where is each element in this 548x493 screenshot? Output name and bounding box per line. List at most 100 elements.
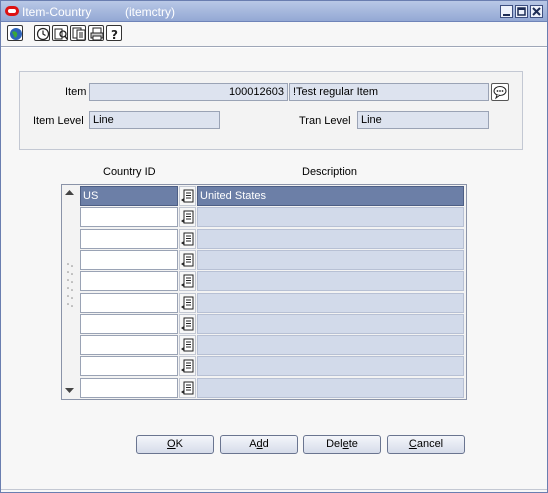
country-description-cell	[197, 250, 464, 270]
table-row[interactable]	[80, 271, 464, 292]
country-lookup-button[interactable]	[179, 293, 196, 313]
country-lookup-button[interactable]	[179, 207, 196, 227]
country-description-cell	[197, 378, 464, 398]
country-lookup-button[interactable]	[179, 378, 196, 398]
item-level-label: Item Level	[33, 115, 84, 127]
item-level-field[interactable]: Line	[89, 111, 220, 129]
table-row[interactable]	[80, 293, 464, 314]
history-button[interactable]	[34, 25, 50, 41]
close-icon	[532, 7, 541, 16]
country-lookup-button[interactable]	[179, 335, 196, 355]
history-icon	[36, 27, 50, 41]
add-label-pre: A	[249, 438, 257, 450]
country-description-cell	[197, 207, 464, 227]
country-description-cell: United States	[197, 186, 464, 206]
print-button[interactable]	[88, 25, 104, 41]
country-id-cell[interactable]	[80, 314, 178, 334]
minimize-icon	[503, 14, 510, 16]
lookup-list-icon	[181, 359, 194, 373]
add-label-rest: d	[262, 438, 269, 450]
country-description-cell	[197, 356, 464, 376]
table-row[interactable]: US United States	[80, 186, 464, 207]
globe-icon	[10, 28, 22, 40]
table-row[interactable]	[80, 229, 464, 250]
scroll-grip-icon[interactable]	[66, 261, 74, 311]
title-bar: Item-Country (itemctry)	[1, 1, 547, 22]
find-button[interactable]	[52, 25, 68, 41]
item-country-window: Item-Country (itemctry) ? Item 100012603…	[0, 0, 548, 493]
table-row[interactable]	[80, 250, 464, 271]
country-id-cell[interactable]	[80, 271, 178, 291]
lookup-list-icon	[181, 317, 194, 331]
lookup-list-icon	[181, 296, 194, 310]
country-description-cell	[197, 293, 464, 313]
table-row[interactable]	[80, 335, 464, 356]
item-label: Item	[65, 86, 87, 98]
item-description-field[interactable]: !Test regular Item	[289, 83, 489, 101]
speech-bubble-icon	[493, 86, 507, 100]
country-id-cell[interactable]	[80, 250, 178, 270]
svg-text:?: ?	[111, 28, 118, 41]
toolbar: ?	[1, 23, 547, 45]
globe-button[interactable]	[7, 25, 23, 41]
item-notes-button[interactable]	[491, 83, 509, 101]
country-id-cell[interactable]	[80, 229, 178, 249]
toolbar-divider	[1, 46, 547, 48]
delete-label-pre: Del	[326, 438, 343, 450]
country-lookup-button[interactable]	[179, 356, 196, 376]
scroll-down-arrow-icon[interactable]	[63, 384, 76, 396]
country-lookup-button[interactable]	[179, 229, 196, 249]
copy-button[interactable]	[70, 25, 86, 41]
window-module-name: (itemctry)	[125, 5, 175, 19]
country-id-cell[interactable]	[80, 207, 178, 227]
lookup-list-icon	[181, 210, 194, 224]
maximize-icon	[517, 7, 526, 16]
help-icon: ?	[111, 28, 118, 41]
ok-label-rest: K	[175, 438, 183, 450]
description-column-header: Description	[302, 166, 358, 178]
print-icon	[90, 27, 104, 41]
country-id-column-header: Country ID	[103, 166, 156, 178]
table-row[interactable]	[80, 207, 464, 228]
ok-mnemonic: O	[167, 438, 176, 450]
country-description-cell	[197, 335, 464, 355]
grid-scrollbar[interactable]	[62, 185, 77, 399]
tran-level-label: Tran Level	[299, 115, 351, 127]
window-title: Item-Country	[22, 5, 92, 19]
footer-divider	[1, 489, 547, 490]
copy-icon	[72, 27, 86, 41]
item-number-field[interactable]: 100012603	[89, 83, 288, 101]
ok-button[interactable]: OK	[136, 435, 214, 454]
lookup-list-icon	[181, 274, 194, 288]
help-button[interactable]: ?	[106, 25, 122, 41]
lookup-list-icon	[181, 189, 194, 203]
country-description-cell	[197, 314, 464, 334]
country-lookup-button[interactable]	[179, 186, 196, 206]
add-button[interactable]: Add	[220, 435, 298, 454]
table-row[interactable]	[80, 356, 464, 377]
table-row[interactable]	[80, 378, 464, 399]
maximize-button[interactable]	[515, 5, 528, 18]
delete-button[interactable]: Delete	[303, 435, 381, 454]
minimize-button[interactable]	[500, 5, 513, 18]
lookup-list-icon	[181, 381, 194, 395]
lookup-list-icon	[181, 338, 194, 352]
lookup-list-icon	[181, 232, 194, 246]
cancel-button[interactable]: Cancel	[387, 435, 465, 454]
scroll-up-arrow-icon[interactable]	[63, 187, 76, 199]
country-id-cell[interactable]	[80, 293, 178, 313]
country-lookup-button[interactable]	[179, 314, 196, 334]
tran-level-field[interactable]: Line	[357, 111, 489, 129]
country-id-cell[interactable]	[80, 356, 178, 376]
country-lookup-button[interactable]	[179, 250, 196, 270]
country-id-cell[interactable]: US	[80, 186, 178, 206]
close-button[interactable]	[530, 5, 543, 18]
country-id-cell[interactable]	[80, 378, 178, 398]
lookup-list-icon	[181, 253, 194, 267]
country-id-cell[interactable]	[80, 335, 178, 355]
find-icon	[54, 28, 68, 40]
delete-label-rest: te	[348, 438, 358, 450]
oracle-logo-icon	[5, 6, 19, 16]
country-lookup-button[interactable]	[179, 271, 196, 291]
table-row[interactable]	[80, 314, 464, 335]
